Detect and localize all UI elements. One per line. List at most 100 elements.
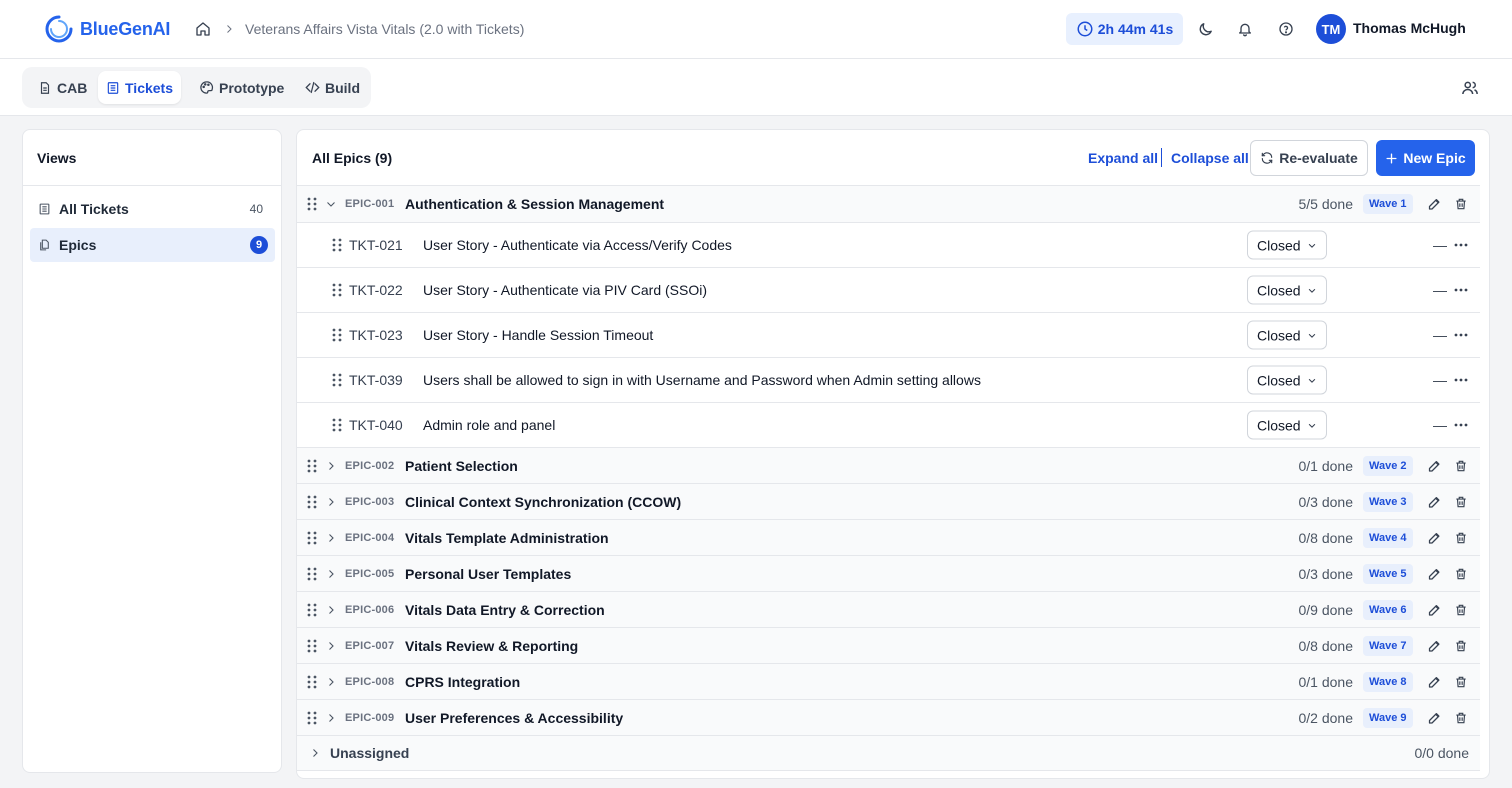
more-icon[interactable] <box>1454 378 1468 382</box>
epic-row[interactable]: EPIC-007 Vitals Review & Reporting 0/8 d… <box>297 627 1480 663</box>
drag-handle-icon[interactable] <box>307 567 317 581</box>
trash-icon[interactable] <box>1454 639 1468 653</box>
epic-row[interactable]: EPIC-002 Patient Selection 0/1 done Wave… <box>297 447 1480 483</box>
epic-row[interactable]: EPIC-004 Vitals Template Administration … <box>297 519 1480 555</box>
ticket-row[interactable]: TKT-039 Users shall be allowed to sign i… <box>297 357 1480 402</box>
trash-icon[interactable] <box>1454 197 1468 211</box>
drag-handle-icon[interactable] <box>332 418 342 432</box>
users-icon[interactable] <box>1461 79 1479 102</box>
ticket-row[interactable]: TKT-023 User Story - Handle Session Time… <box>297 312 1480 357</box>
epic-title: Vitals Data Entry & Correction <box>405 601 605 618</box>
status-select[interactable]: Closed <box>1247 320 1327 350</box>
edit-icon[interactable] <box>1427 710 1442 725</box>
edit-icon[interactable] <box>1427 458 1442 473</box>
sidebar-item-all-tickets[interactable]: All Tickets 40 <box>30 192 275 226</box>
chevron-right-icon[interactable] <box>325 568 337 580</box>
status-select[interactable]: Closed <box>1247 410 1327 440</box>
ticket-title[interactable]: Users shall be allowed to sign in with U… <box>423 372 981 388</box>
documents-icon <box>40 239 49 251</box>
drag-handle-icon[interactable] <box>332 283 342 297</box>
trash-icon[interactable] <box>1454 567 1468 581</box>
ticket-title[interactable]: User Story - Handle Session Timeout <box>423 327 653 343</box>
more-icon[interactable] <box>1454 423 1468 427</box>
epic-row[interactable]: EPIC-009 User Preferences & Accessibilit… <box>297 699 1480 735</box>
avatar[interactable]: TM <box>1316 14 1346 44</box>
tab-cab[interactable]: CAB <box>30 71 95 104</box>
trash-icon[interactable] <box>1454 531 1468 545</box>
trash-icon[interactable] <box>1454 675 1468 689</box>
chevron-right-icon[interactable] <box>325 712 337 724</box>
app-logo[interactable]: BlueGenAI <box>44 14 170 44</box>
edit-icon[interactable] <box>1427 197 1442 212</box>
edit-icon[interactable] <box>1427 566 1442 581</box>
drag-handle-icon[interactable] <box>332 373 342 387</box>
chevron-right-icon[interactable] <box>309 747 321 759</box>
tab-tickets[interactable]: Tickets <box>98 71 181 104</box>
drag-handle-icon[interactable] <box>307 711 317 725</box>
moon-icon[interactable] <box>1195 19 1215 39</box>
trash-icon[interactable] <box>1454 495 1468 509</box>
epic-row[interactable]: EPIC-001 Authentication & Session Manage… <box>297 185 1480 222</box>
epic-title: Vitals Review & Reporting <box>405 637 579 654</box>
new-epic-button[interactable]: New Epic <box>1376 140 1475 176</box>
chevron-down-icon[interactable] <box>325 198 337 210</box>
edit-icon[interactable] <box>1427 530 1442 545</box>
drag-handle-icon[interactable] <box>307 495 317 509</box>
drag-handle-icon[interactable] <box>307 639 317 653</box>
epic-row[interactable]: EPIC-008 CPRS Integration 0/1 done Wave … <box>297 663 1480 699</box>
list-icon <box>107 81 119 94</box>
trash-icon[interactable] <box>1454 603 1468 617</box>
drag-handle-icon[interactable] <box>332 238 342 252</box>
edit-icon[interactable] <box>1427 494 1442 509</box>
epic-row[interactable]: EPIC-003 Clinical Context Synchronizatio… <box>297 483 1480 519</box>
status-select[interactable]: Closed <box>1247 365 1327 395</box>
chevron-right-icon[interactable] <box>325 460 337 472</box>
drag-handle-icon[interactable] <box>307 197 317 211</box>
epic-progress: 0/1 done <box>1298 457 1354 474</box>
drag-handle-icon[interactable] <box>332 328 342 342</box>
trash-icon[interactable] <box>1454 711 1468 725</box>
ticket-title[interactable]: User Story - Authenticate via Access/Ver… <box>423 237 732 253</box>
edit-icon[interactable] <box>1427 602 1442 617</box>
tab-prototype[interactable]: Prototype <box>191 71 292 104</box>
chevron-right-icon[interactable] <box>325 496 337 508</box>
assignee-value: — <box>1433 372 1447 388</box>
sidebar-item-epics[interactable]: Epics 9 <box>30 228 275 262</box>
chevron-right-icon[interactable] <box>325 604 337 616</box>
help-icon[interactable] <box>1276 19 1296 39</box>
edit-icon[interactable] <box>1427 638 1442 653</box>
user-name[interactable]: Thomas McHugh <box>1353 20 1466 36</box>
ticket-row[interactable]: TKT-021 User Story - Authenticate via Ac… <box>297 222 1480 267</box>
drag-handle-icon[interactable] <box>307 459 317 473</box>
plus-icon <box>1386 152 1397 164</box>
chevron-right-icon[interactable] <box>325 532 337 544</box>
home-icon[interactable] <box>195 21 211 37</box>
drag-handle-icon[interactable] <box>307 603 317 617</box>
trash-icon[interactable] <box>1454 459 1468 473</box>
reevaluate-button[interactable]: Re-evaluate <box>1250 140 1368 176</box>
unassigned-row[interactable]: Unassigned 0/0 done <box>297 735 1480 771</box>
assignee-value: — <box>1433 237 1447 253</box>
ticket-row[interactable]: TKT-040 Admin role and panel Closed — <box>297 402 1480 447</box>
status-select[interactable]: Closed <box>1247 275 1327 305</box>
ticket-row[interactable]: TKT-022 User Story - Authenticate via PI… <box>297 267 1480 312</box>
more-icon[interactable] <box>1454 243 1468 247</box>
status-select[interactable]: Closed <box>1247 230 1327 260</box>
drag-handle-icon[interactable] <box>307 675 317 689</box>
chevron-right-icon[interactable] <box>325 640 337 652</box>
edit-icon[interactable] <box>1427 674 1442 689</box>
tab-build[interactable]: Build <box>297 71 368 104</box>
collapse-all-link[interactable]: Collapse all <box>1171 150 1249 166</box>
chevron-down-icon <box>1308 378 1316 383</box>
ticket-title[interactable]: Admin role and panel <box>423 417 555 433</box>
more-icon[interactable] <box>1454 288 1468 292</box>
ticket-title[interactable]: User Story - Authenticate via PIV Card (… <box>423 282 707 298</box>
breadcrumb-project[interactable]: Veterans Affairs Vista Vitals (2.0 with … <box>245 21 524 37</box>
chevron-right-icon[interactable] <box>325 676 337 688</box>
epic-row[interactable]: EPIC-005 Personal User Templates 0/3 don… <box>297 555 1480 591</box>
drag-handle-icon[interactable] <box>307 531 317 545</box>
epic-row[interactable]: EPIC-006 Vitals Data Entry & Correction … <box>297 591 1480 627</box>
expand-all-link[interactable]: Expand all <box>1088 150 1158 166</box>
bell-icon[interactable] <box>1235 19 1255 39</box>
more-icon[interactable] <box>1454 333 1468 337</box>
